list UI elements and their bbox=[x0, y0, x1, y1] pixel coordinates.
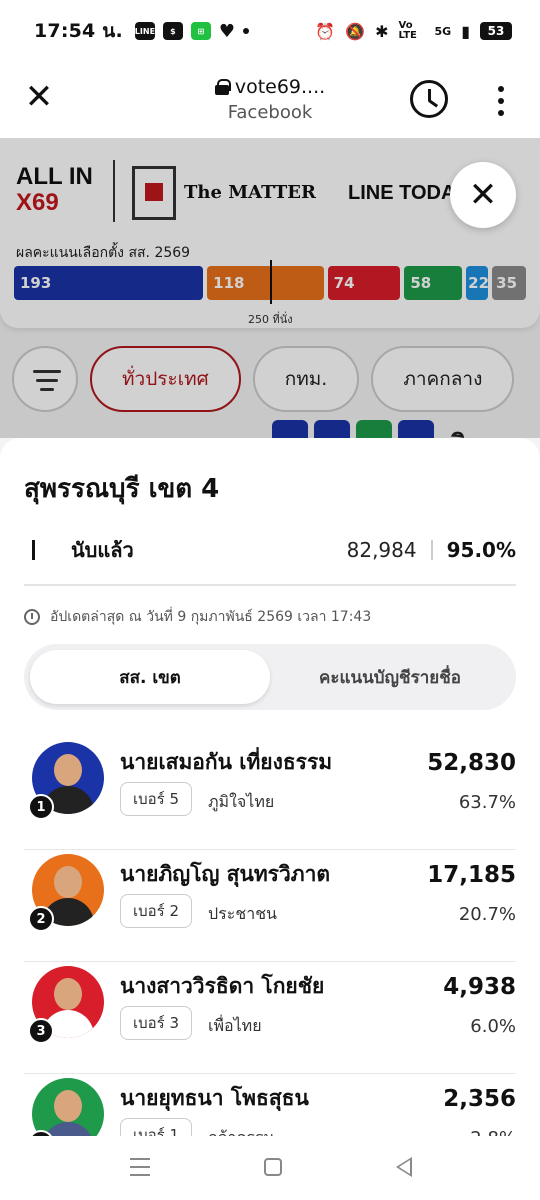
candidate-name: นายเสมอกัน เที่ยงธรรม bbox=[120, 750, 333, 774]
rank-badge: 2 bbox=[28, 906, 54, 932]
close-browser-icon[interactable]: ✕ bbox=[22, 80, 56, 114]
counted-label: นับแล้ว bbox=[71, 538, 134, 562]
more-notifications-dot-icon bbox=[243, 28, 250, 34]
system-nav-bar bbox=[0, 1136, 540, 1200]
candidate-percent: 6.0% bbox=[470, 1016, 516, 1037]
district-bottom-sheet: สุพรรณบุรี เขต 4 นับแล้ว 82,984 95.0% อั… bbox=[0, 438, 540, 1138]
tab-party-list[interactable]: คะแนนบัญชีรายชื่อ bbox=[270, 650, 510, 704]
more-options-icon[interactable] bbox=[492, 86, 510, 116]
counted-indicator bbox=[32, 540, 35, 560]
line-man-icon: ⊞ bbox=[190, 22, 211, 40]
counted-votes: 82,984 bbox=[346, 538, 417, 562]
home-icon[interactable] bbox=[264, 1158, 282, 1176]
recents-icon[interactable] bbox=[130, 1158, 150, 1176]
district-title: สุพรรณบุรี เขต 4 bbox=[24, 474, 220, 504]
candidate-list: 1 นายเสมอกัน เที่ยงธรรม เบอร์ 5 ภูมิใจไท… bbox=[24, 738, 516, 1138]
site-name: Facebook bbox=[227, 102, 313, 123]
last-updated: อัปเดตล่าสุด ณ วันที่ 9 กุมภาพันธ์ 2569 … bbox=[24, 606, 371, 628]
divider bbox=[24, 584, 516, 586]
candidate-number: เบอร์ 5 bbox=[120, 782, 193, 816]
bluetooth-icon: ✱ bbox=[375, 21, 389, 41]
tab-constituency[interactable]: สส. เขต bbox=[30, 650, 270, 704]
result-tabs: สส. เขต คะแนนบัญชีรายชื่อ bbox=[24, 644, 516, 710]
back-icon[interactable] bbox=[396, 1157, 412, 1177]
candidate-row[interactable]: 2 นายภิญโญ สุนทรวิภาต เบอร์ 2 ประชาชน 17… bbox=[24, 850, 516, 962]
candidate-votes: 4,938 bbox=[443, 974, 516, 1000]
heart-icon: ♥ bbox=[218, 20, 236, 42]
mute-icon: 🔕 bbox=[345, 21, 366, 41]
rank-badge: 1 bbox=[28, 794, 54, 820]
last-updated-text: อัปเดตล่าสุด ณ วันที่ 9 กุมภาพันธ์ 2569 … bbox=[50, 609, 372, 625]
candidate-party: ภูมิใจไทย bbox=[208, 792, 275, 811]
candidate-number: เบอร์ 1 bbox=[120, 1118, 193, 1138]
candidate-row[interactable]: 3 นางสาววิรธิดา โกยชัย เบอร์ 3 เพื่อไทย … bbox=[24, 962, 516, 1074]
url-display[interactable]: vote69.... Facebook bbox=[150, 76, 390, 123]
lock-icon bbox=[214, 79, 231, 95]
counted-row: นับแล้ว 82,984 95.0% bbox=[24, 534, 516, 566]
close-overlay-icon[interactable]: ✕ bbox=[450, 162, 516, 228]
candidate-number: เบอร์ 2 bbox=[120, 894, 193, 928]
candidate-party: เพื่อไทย bbox=[208, 1016, 262, 1035]
candidate-row[interactable]: 4 นายยุทธนา โพธสุธน เบอร์ 1 กล้าธรรม 2,3… bbox=[24, 1074, 516, 1138]
url-text: vote69.... bbox=[234, 76, 326, 98]
volte-icon: Vo LTE bbox=[398, 20, 417, 41]
counted-percent: 95.0% bbox=[446, 538, 516, 562]
candidate-name: นางสาววิรธิดา โกยชัย bbox=[120, 974, 325, 998]
line-app-icon: LINE bbox=[135, 22, 155, 40]
candidate-percent: 20.7% bbox=[458, 904, 516, 925]
candidate-votes: 17,185 bbox=[427, 862, 516, 888]
candidate-number: เบอร์ 3 bbox=[120, 1006, 193, 1040]
candidate-party: ประชาชน bbox=[208, 904, 277, 923]
candidate-row[interactable]: 1 นายเสมอกัน เที่ยงธรรม เบอร์ 5 ภูมิใจไท… bbox=[24, 738, 516, 850]
counted-divider bbox=[430, 540, 433, 560]
notification-icons: LINE $ ⊞ ♥ bbox=[135, 20, 250, 42]
candidate-name: นายภิญโญ สุนทรวิภาต bbox=[120, 862, 331, 886]
candidate-votes: 52,830 bbox=[427, 750, 516, 776]
candidate-votes: 2,356 bbox=[443, 1086, 516, 1112]
browser-toolbar: ✕ vote69.... Facebook bbox=[0, 62, 540, 138]
alarm-icon: ⏰ bbox=[315, 21, 336, 41]
status-bar: 17:54 น. LINE $ ⊞ ♥ ⏰ 🔕 ✱ Vo LTE 5G ▮ 53 bbox=[0, 0, 540, 62]
shopping-bag-icon: $ bbox=[162, 22, 183, 40]
clock-icon bbox=[24, 609, 40, 625]
status-time: 17:54 น. bbox=[34, 20, 123, 42]
candidate-name: นายยุทธนา โพธสุธน bbox=[120, 1086, 309, 1110]
battery-icon: 53 bbox=[480, 22, 512, 40]
history-icon[interactable] bbox=[410, 80, 448, 118]
candidate-avatar bbox=[32, 1078, 104, 1138]
signal-5g-icon: 5G bbox=[434, 24, 452, 38]
rank-badge: 3 bbox=[28, 1018, 54, 1044]
system-icons: ⏰ 🔕 ✱ Vo LTE 5G ▮ 53 bbox=[315, 21, 512, 41]
signal-bars-icon: ▮ bbox=[461, 21, 470, 41]
candidate-percent: 63.7% bbox=[458, 792, 516, 813]
